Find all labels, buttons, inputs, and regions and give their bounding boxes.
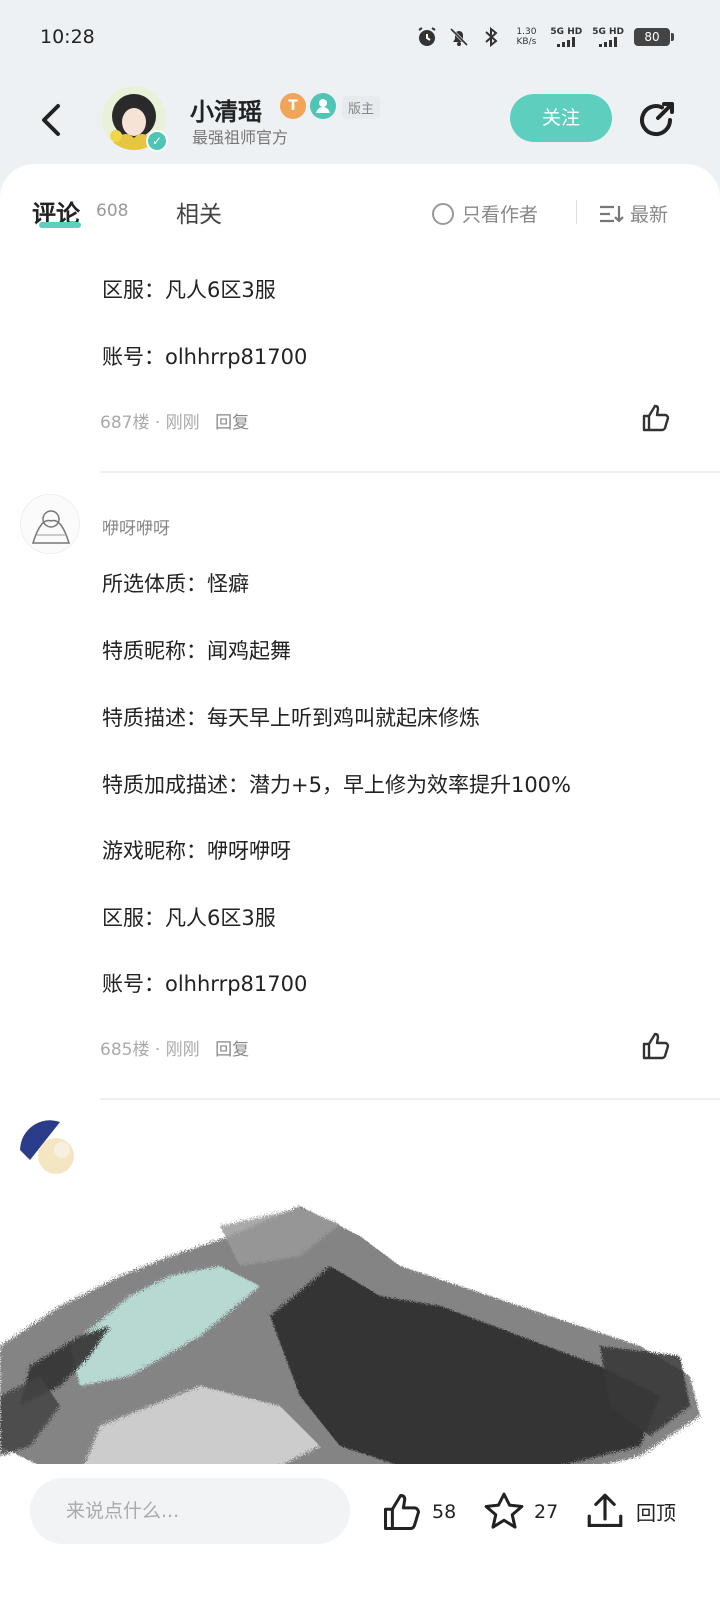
- sort-icon: [600, 205, 624, 223]
- ink-mountain-decoration: [0, 1206, 700, 1496]
- net-speed-unit: KB/s: [516, 37, 537, 47]
- author-only-toggle[interactable]: 只看作者: [432, 200, 538, 227]
- comment-line: 游戏昵称：咿呀咿呀: [102, 839, 291, 863]
- like-button[interactable]: [640, 1030, 672, 1062]
- thumbs-up-icon: [642, 1032, 670, 1060]
- signal-sim1: 5G HD: [550, 27, 582, 47]
- bottom-action-bar: 来说点什么... 58 27 回顶: [0, 1464, 720, 1600]
- floor-number: 685楼: [100, 1040, 150, 1060]
- back-to-top-button[interactable]: 回顶: [584, 1490, 676, 1532]
- share-icon: [640, 102, 674, 137]
- like-button[interactable]: [640, 402, 672, 434]
- alarm-icon: [418, 27, 436, 46]
- favorite-button[interactable]: 27: [482, 1490, 558, 1534]
- commenter-avatar[interactable]: [20, 494, 80, 554]
- comment-divider: [100, 1098, 720, 1100]
- sort-label: 最新: [630, 204, 669, 226]
- tab-related[interactable]: 相关: [176, 195, 222, 229]
- upload-arrow-icon: [587, 1493, 623, 1528]
- bluetooth-icon: [485, 26, 498, 48]
- comment-line: 特质描述：每天早上听到鸡叫就起床修炼: [102, 706, 480, 730]
- thumbs-up-icon: [642, 404, 670, 432]
- share-button[interactable]: [634, 98, 678, 142]
- author-only-label: 只看作者: [462, 204, 539, 226]
- favorite-count: 27: [534, 1501, 559, 1523]
- comments-count: 608: [96, 201, 129, 221]
- level-badge-icon: T: [280, 93, 306, 119]
- status-bar: 10:28 1.30 KB/s 5G HD 5G HD 80: [0, 0, 720, 80]
- reply-button[interactable]: 回复: [215, 413, 249, 433]
- comment-input[interactable]: 来说点什么...: [30, 1478, 350, 1544]
- tab-active-indicator: [39, 222, 81, 228]
- moderator-label: 版主: [342, 96, 381, 119]
- sim2-label: 5G HD: [592, 27, 624, 37]
- thumbs-up-icon: [383, 1493, 421, 1531]
- comment-line: 区服：凡人6区3服: [102, 278, 276, 302]
- comment-meta: 685楼 · 刚刚 回复: [100, 1040, 250, 1060]
- battery-indicator: 80: [634, 28, 674, 46]
- comment-time: 刚刚: [165, 413, 200, 433]
- radio-icon: [432, 202, 454, 225]
- signal-sim2: 5G HD: [592, 27, 624, 47]
- author-avatar[interactable]: ✓: [102, 86, 168, 152]
- status-time: 10:28: [40, 26, 95, 48]
- comment-line: 所选体质：怪癖: [102, 572, 249, 596]
- signal-bars-icon: [599, 37, 618, 47]
- back-button[interactable]: [30, 98, 74, 142]
- comment-meta: 687楼 · 刚刚 回复: [100, 413, 250, 433]
- comments-card: 评论 608 相关 只看作者 最新 区服：凡人6区3服 账号：olhhrrp81…: [0, 164, 720, 1600]
- like-count: 58: [432, 1501, 457, 1523]
- sim1-label: 5G HD: [550, 27, 583, 37]
- signal-bars-icon: [557, 37, 576, 47]
- post-header: ✓ 小清瑶 T 版主 最强祖师官方 关注: [0, 80, 720, 164]
- star-icon: [484, 1492, 524, 1529]
- commenter-name[interactable]: 咿呀咿呀: [102, 514, 170, 539]
- net-speed: 1.30 KB/s: [512, 27, 540, 47]
- comment-tabs: 评论 608 相关 只看作者 最新: [0, 164, 720, 254]
- author-name[interactable]: 小清瑶: [190, 92, 262, 127]
- status-icons: 1.30 KB/s 5G HD 5G HD 80: [416, 26, 674, 48]
- comment-line: 区服：凡人6区3服: [102, 906, 276, 930]
- verified-check-icon: ✓: [146, 130, 168, 152]
- comment-line: 账号：olhhrrp81700: [102, 345, 308, 369]
- author-subtitle: 最强祖师官方: [192, 128, 289, 147]
- comment-line: 特质加成描述：潜力+5，早上修为效率提升100%: [102, 773, 571, 797]
- comment-divider: [100, 471, 720, 473]
- back-to-top-label: 回顶: [636, 1500, 676, 1525]
- floor-number: 687楼: [100, 413, 150, 433]
- follow-button[interactable]: 关注: [510, 94, 612, 142]
- commenter-avatar[interactable]: [20, 1120, 80, 1180]
- reply-button[interactable]: 回复: [215, 1040, 249, 1060]
- comment-line: 特质昵称：闻鸡起舞: [102, 639, 291, 663]
- sort-button[interactable]: 最新: [598, 200, 668, 227]
- divider: [576, 200, 577, 224]
- post-like-button[interactable]: 58: [380, 1490, 456, 1534]
- moderator-badge-icon: [310, 93, 336, 119]
- back-arrow-icon: [42, 104, 60, 136]
- mute-bell-icon: [450, 27, 469, 47]
- comment-time: 刚刚: [165, 1040, 200, 1060]
- comment-line: 账号：olhhrrp81700: [102, 972, 308, 996]
- net-speed-value: 1.30: [516, 27, 537, 37]
